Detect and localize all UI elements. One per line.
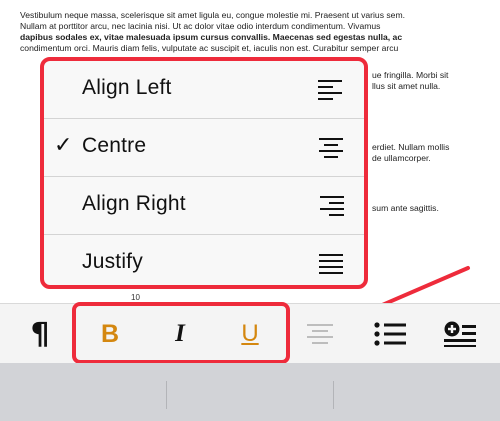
document-line: Nullam at porttitor arcu, nec lacinia ni… [20, 21, 381, 31]
document-line: Vestibulum neque massa, scelerisque sit … [20, 10, 405, 20]
page-number: 10 [131, 293, 140, 302]
document-fragment: sum ante sagittis. [372, 203, 439, 213]
alignment-menu: Align Left ✓ Centre Align Right Justify [40, 57, 368, 289]
menu-item-centre[interactable]: ✓ Centre [44, 119, 364, 177]
document-fragment: de ullamcorper. [372, 153, 431, 163]
document-fragment: llus sit amet nulla. [372, 81, 441, 91]
format-buttons-highlight [72, 302, 290, 364]
alignment-button[interactable] [300, 304, 340, 364]
menu-item-align-left[interactable]: Align Left [44, 61, 364, 119]
align-center-icon [319, 138, 343, 158]
align-justify-icon [319, 254, 343, 274]
menu-item-align-right[interactable]: Align Right [44, 177, 364, 235]
bullet-list-icon [374, 322, 406, 346]
document-fragment: ue fringilla. Morbi sit [372, 70, 449, 80]
menu-item-label: Align Left [82, 76, 172, 99]
menu-item-label: Align Right [82, 192, 186, 215]
divider [166, 381, 167, 409]
align-center-icon [307, 324, 333, 344]
align-right-icon [320, 196, 344, 216]
menu-item-label: Centre [82, 134, 147, 157]
menu-item-justify[interactable]: Justify [44, 235, 364, 285]
paragraph-style-button[interactable]: ¶ [20, 304, 60, 364]
insert-button[interactable] [440, 304, 480, 364]
insert-add-icon [444, 321, 476, 347]
align-left-icon [318, 80, 342, 100]
document-fragment: erdiet. Nullam mollis [372, 142, 450, 152]
bullet-list-button[interactable] [370, 304, 410, 364]
keyboard-bar [0, 363, 500, 421]
paragraph-icon: ¶ [30, 316, 50, 352]
document-line: dapibus sodales ex, vitae malesuada ipsu… [20, 32, 403, 42]
checkmark-icon: ✓ [54, 133, 73, 158]
menu-item-label: Justify [82, 250, 143, 273]
document-line: condimentum orci. Mauris diam felis, vul… [20, 43, 399, 53]
divider [333, 381, 334, 409]
